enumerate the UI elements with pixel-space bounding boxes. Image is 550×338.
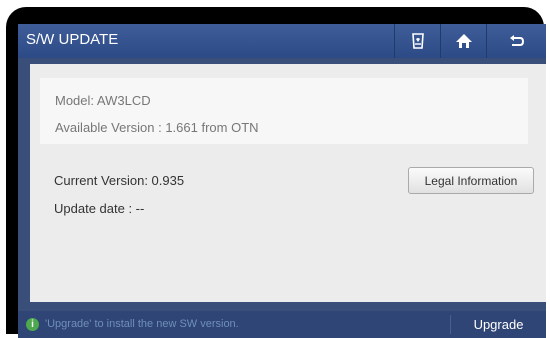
title-bar: S/W UPDATE (18, 24, 546, 58)
update-date-label: Update date : -- (54, 201, 145, 216)
device-frame: S/W UPDATE Model: AW3LCD Available Versi… (6, 7, 546, 338)
page-title: S/W UPDATE (26, 31, 119, 48)
home-button[interactable] (440, 24, 486, 58)
content-panel: Model: AW3LCD Available Version : 1.661 … (30, 64, 546, 302)
available-version-label: Available Version : 1.661 from OTN (55, 120, 259, 135)
upgrade-hint: 'Upgrade' to install the new SW version. (45, 318, 239, 330)
screen: S/W UPDATE Model: AW3LCD Available Versi… (18, 24, 546, 338)
back-button[interactable] (486, 24, 546, 58)
model-info-box: Model: AW3LCD Available Version : 1.661 … (40, 78, 528, 144)
device-care-button[interactable] (394, 24, 440, 58)
info-icon: i (26, 318, 39, 331)
current-version-label: Current Version: 0.935 (54, 173, 185, 188)
device-care-icon (411, 33, 424, 49)
legal-information-button[interactable]: Legal Information (408, 167, 534, 194)
model-label: Model: AW3LCD (55, 93, 151, 108)
back-icon (509, 35, 524, 46)
home-icon (455, 34, 472, 48)
